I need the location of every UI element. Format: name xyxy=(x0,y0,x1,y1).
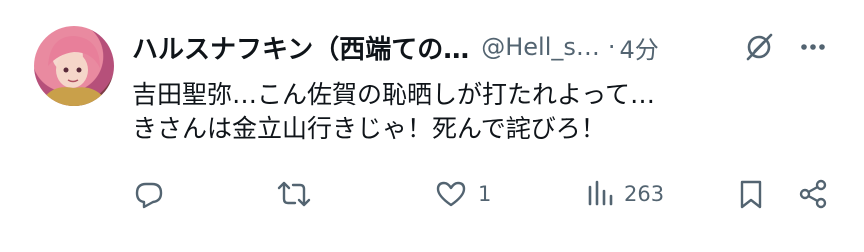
reply-icon xyxy=(135,182,163,209)
view-count: 263 xyxy=(624,182,665,206)
share-button[interactable] xyxy=(796,172,830,216)
action-bar: 1 263 xyxy=(0,172,864,216)
views-button[interactable]: 263 xyxy=(584,172,664,216)
separator-dot: · xyxy=(607,33,616,61)
like-count: 1 xyxy=(478,182,492,206)
grok-icon[interactable] xyxy=(742,30,776,64)
more-icon[interactable] xyxy=(796,30,830,64)
bookmark-button[interactable] xyxy=(736,172,766,216)
retweet-icon xyxy=(277,181,311,207)
heart-icon xyxy=(436,181,466,207)
user-handle[interactable]: @Hell_s… xyxy=(481,33,600,61)
bookmark-icon xyxy=(740,180,762,209)
tweet-text-line-1: 吉田聖弥…こん佐賀の恥晒しが打たれよって… xyxy=(132,80,656,109)
like-button[interactable]: 1 xyxy=(434,172,491,216)
display-name[interactable]: ハルスナフキン（西端ての… xyxy=(132,29,469,66)
tweet-text: 吉田聖弥…こん佐賀の恥晒しが打たれよって… きさんは金立山行きじゃ！死んで詫びろ… xyxy=(132,78,832,146)
timestamp[interactable]: 4分 xyxy=(620,30,659,65)
views-icon xyxy=(588,180,613,206)
retweet-button[interactable] xyxy=(276,172,322,216)
tweet-text-line-2: きさんは金立山行きじゃ！死んで詫びろ！ xyxy=(132,114,606,143)
tweet[interactable]: ハルスナフキン（西端ての… @Hell_s… · 4分 吉田聖弥…こん佐賀の恥晒… xyxy=(0,0,864,252)
share-icon xyxy=(799,179,827,209)
avatar[interactable] xyxy=(34,26,114,106)
reply-button[interactable] xyxy=(132,172,176,216)
tweet-header: ハルスナフキン（西端ての… @Hell_s… · 4分 xyxy=(132,29,832,66)
